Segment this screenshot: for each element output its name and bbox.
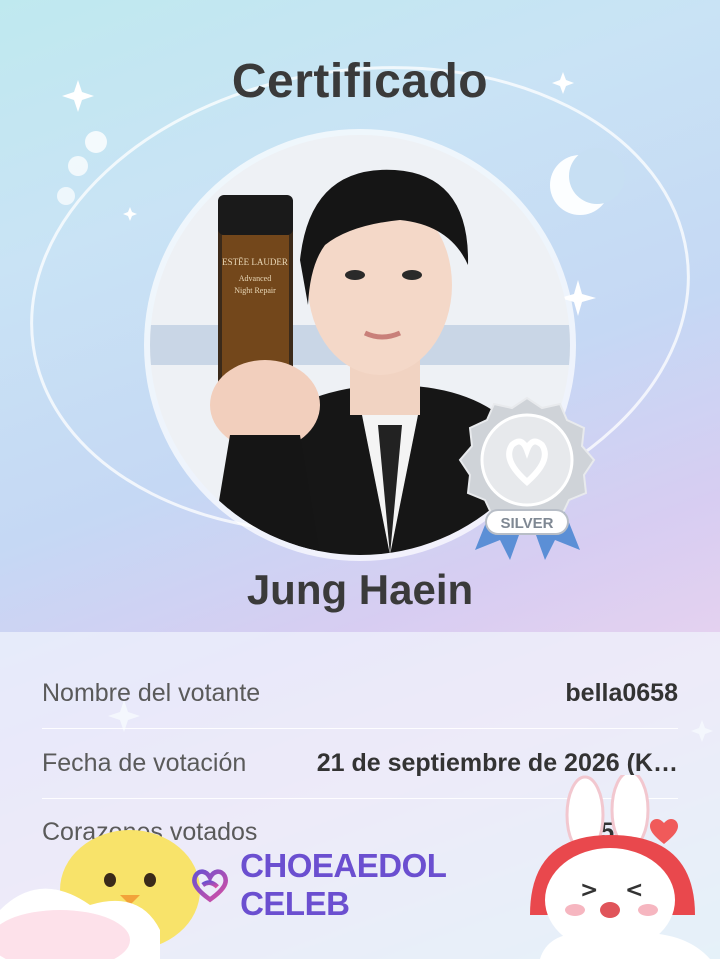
brand-name: CHOEAEDOL CELEB — [240, 847, 446, 922]
rabbit-mascot-icon: > < — [530, 775, 710, 959]
silver-badge: SILVER — [458, 396, 596, 560]
chick-mascot-icon — [0, 830, 200, 959]
moon-icon — [550, 148, 625, 215]
date-value: 21 de septiembre de 2026 (K… — [316, 748, 678, 777]
certificate-card: Certificado ESTĒE LAUDER Advanced Night … — [0, 0, 720, 959]
dot-1 — [85, 131, 107, 153]
voter-row: Nombre del votante bella0658 — [42, 658, 678, 729]
badge-label: SILVER — [500, 515, 553, 532]
svg-text:<: < — [625, 878, 643, 903]
bottle-line2: Night Repair — [234, 286, 276, 295]
celebrity-name: Jung Haein — [246, 566, 474, 613]
brand-heart-icon — [192, 869, 228, 903]
voter-value: bella0658 — [565, 678, 678, 707]
brand-logo: CHOEAEDOL CELEB — [190, 847, 535, 922]
bottle-brand: ESTĒE LAUDER — [222, 257, 288, 267]
bottle-line1: Advanced — [239, 274, 271, 283]
voter-label: Nombre del votante — [42, 678, 261, 707]
svg-text:>: > — [580, 878, 598, 903]
dot-3 — [57, 187, 75, 205]
date-label: Fecha de votación — [42, 748, 247, 777]
certificate-title: Certificado — [231, 55, 489, 108]
dot-2 — [68, 156, 88, 176]
